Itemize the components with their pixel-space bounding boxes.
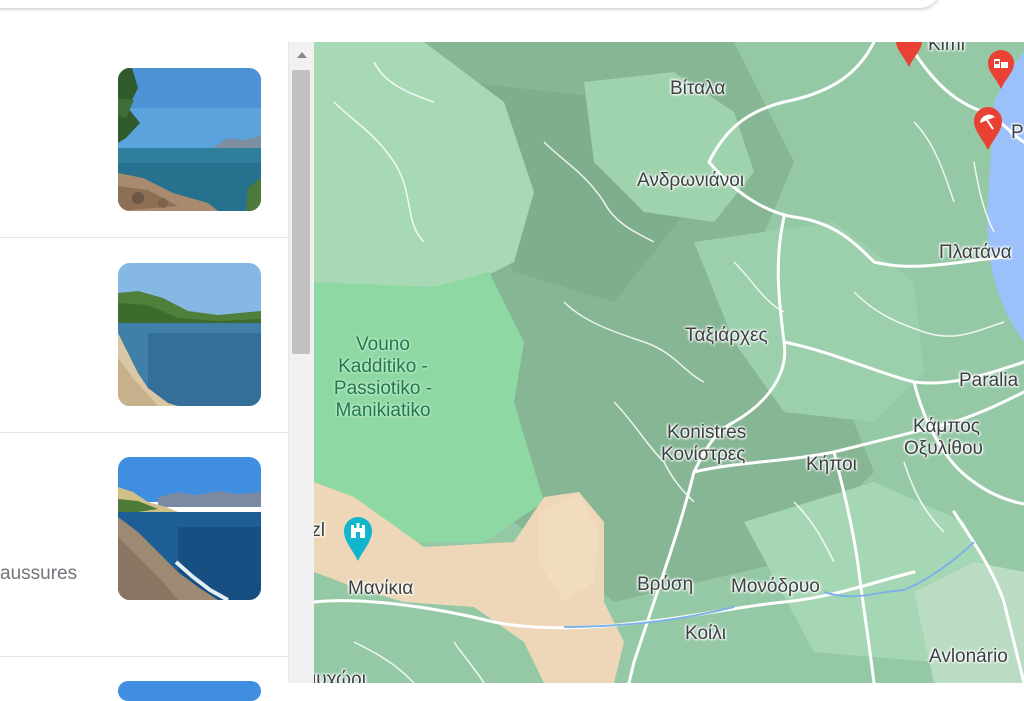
place-label-kampos[interactable]: Κάμπος xyxy=(913,416,980,438)
result-thumbnail[interactable] xyxy=(118,68,261,211)
place-label-koili[interactable]: Κοίλι xyxy=(685,623,726,645)
place-label-kimi[interactable]: Kimi xyxy=(928,42,965,56)
place-label-kipoi[interactable]: Κήποι xyxy=(806,454,857,476)
place-label-cut-right[interactable]: P xyxy=(1011,122,1024,144)
place-label-platana[interactable]: Πλατάνα xyxy=(939,242,1012,264)
place-label-cut-left[interactable]: tzl xyxy=(314,520,325,542)
place-label-konistres[interactable]: Konistres xyxy=(667,422,746,444)
result-thumbnail[interactable] xyxy=(118,681,261,701)
place-label-paralia[interactable]: Paralia xyxy=(959,370,1018,392)
scroll-thumb[interactable] xyxy=(292,70,310,354)
map-canvas[interactable]: Kimi Βίταλα Ανδρωνιάνοι Πλατάνα Ταξιάρχε… xyxy=(314,42,1024,683)
result-item[interactable]: aussures xyxy=(0,433,288,657)
place-label-vrysi[interactable]: Βρύση xyxy=(637,574,693,596)
park-label-line: Manikiatiko xyxy=(335,400,431,421)
place-label-konistres-greek[interactable]: Κονίστρες xyxy=(661,444,745,466)
result-item[interactable] xyxy=(0,238,288,433)
results-scrollbar[interactable] xyxy=(288,42,315,683)
park-label-line: Vouno xyxy=(356,334,410,355)
result-thumbnail[interactable] xyxy=(118,263,261,406)
place-label-monodryo[interactable]: Μονόδρυο xyxy=(731,576,820,598)
park-label-line: Passiotiko - xyxy=(333,378,433,399)
result-thumbnail[interactable] xyxy=(118,457,261,600)
place-label-taxiarches[interactable]: Ταξιάρχες xyxy=(685,325,768,347)
top-bar xyxy=(0,0,1024,42)
place-label-manikia[interactable]: Μανίκια xyxy=(348,578,413,600)
result-item[interactable] xyxy=(0,42,288,238)
park-label-line: Kadditiko - xyxy=(338,356,428,377)
marker-icon[interactable] xyxy=(894,42,924,73)
place-label-andronianoi[interactable]: Ανδρωνιάνοι xyxy=(637,170,744,192)
park-label[interactable]: Vouno Kadditiko - Passiotiko - Manikiati… xyxy=(318,334,448,422)
place-label-cut-bottom[interactable]: ιυχώρι xyxy=(314,669,366,683)
beach-umbrella-icon[interactable] xyxy=(972,107,1004,156)
search-box[interactable] xyxy=(0,0,940,8)
place-label-vitala[interactable]: Βίταλα xyxy=(670,78,725,100)
scroll-up-arrow-icon[interactable] xyxy=(297,52,307,58)
hotel-icon[interactable] xyxy=(986,50,1016,95)
result-snippet: aussures xyxy=(0,563,78,584)
castle-icon[interactable] xyxy=(342,516,374,567)
place-label-oxylithou[interactable]: Οξυλίθου xyxy=(904,438,983,460)
result-item[interactable] xyxy=(0,657,288,701)
place-label-avlonario[interactable]: Avlonário xyxy=(929,646,1008,668)
results-panel: aussures xyxy=(0,42,288,701)
